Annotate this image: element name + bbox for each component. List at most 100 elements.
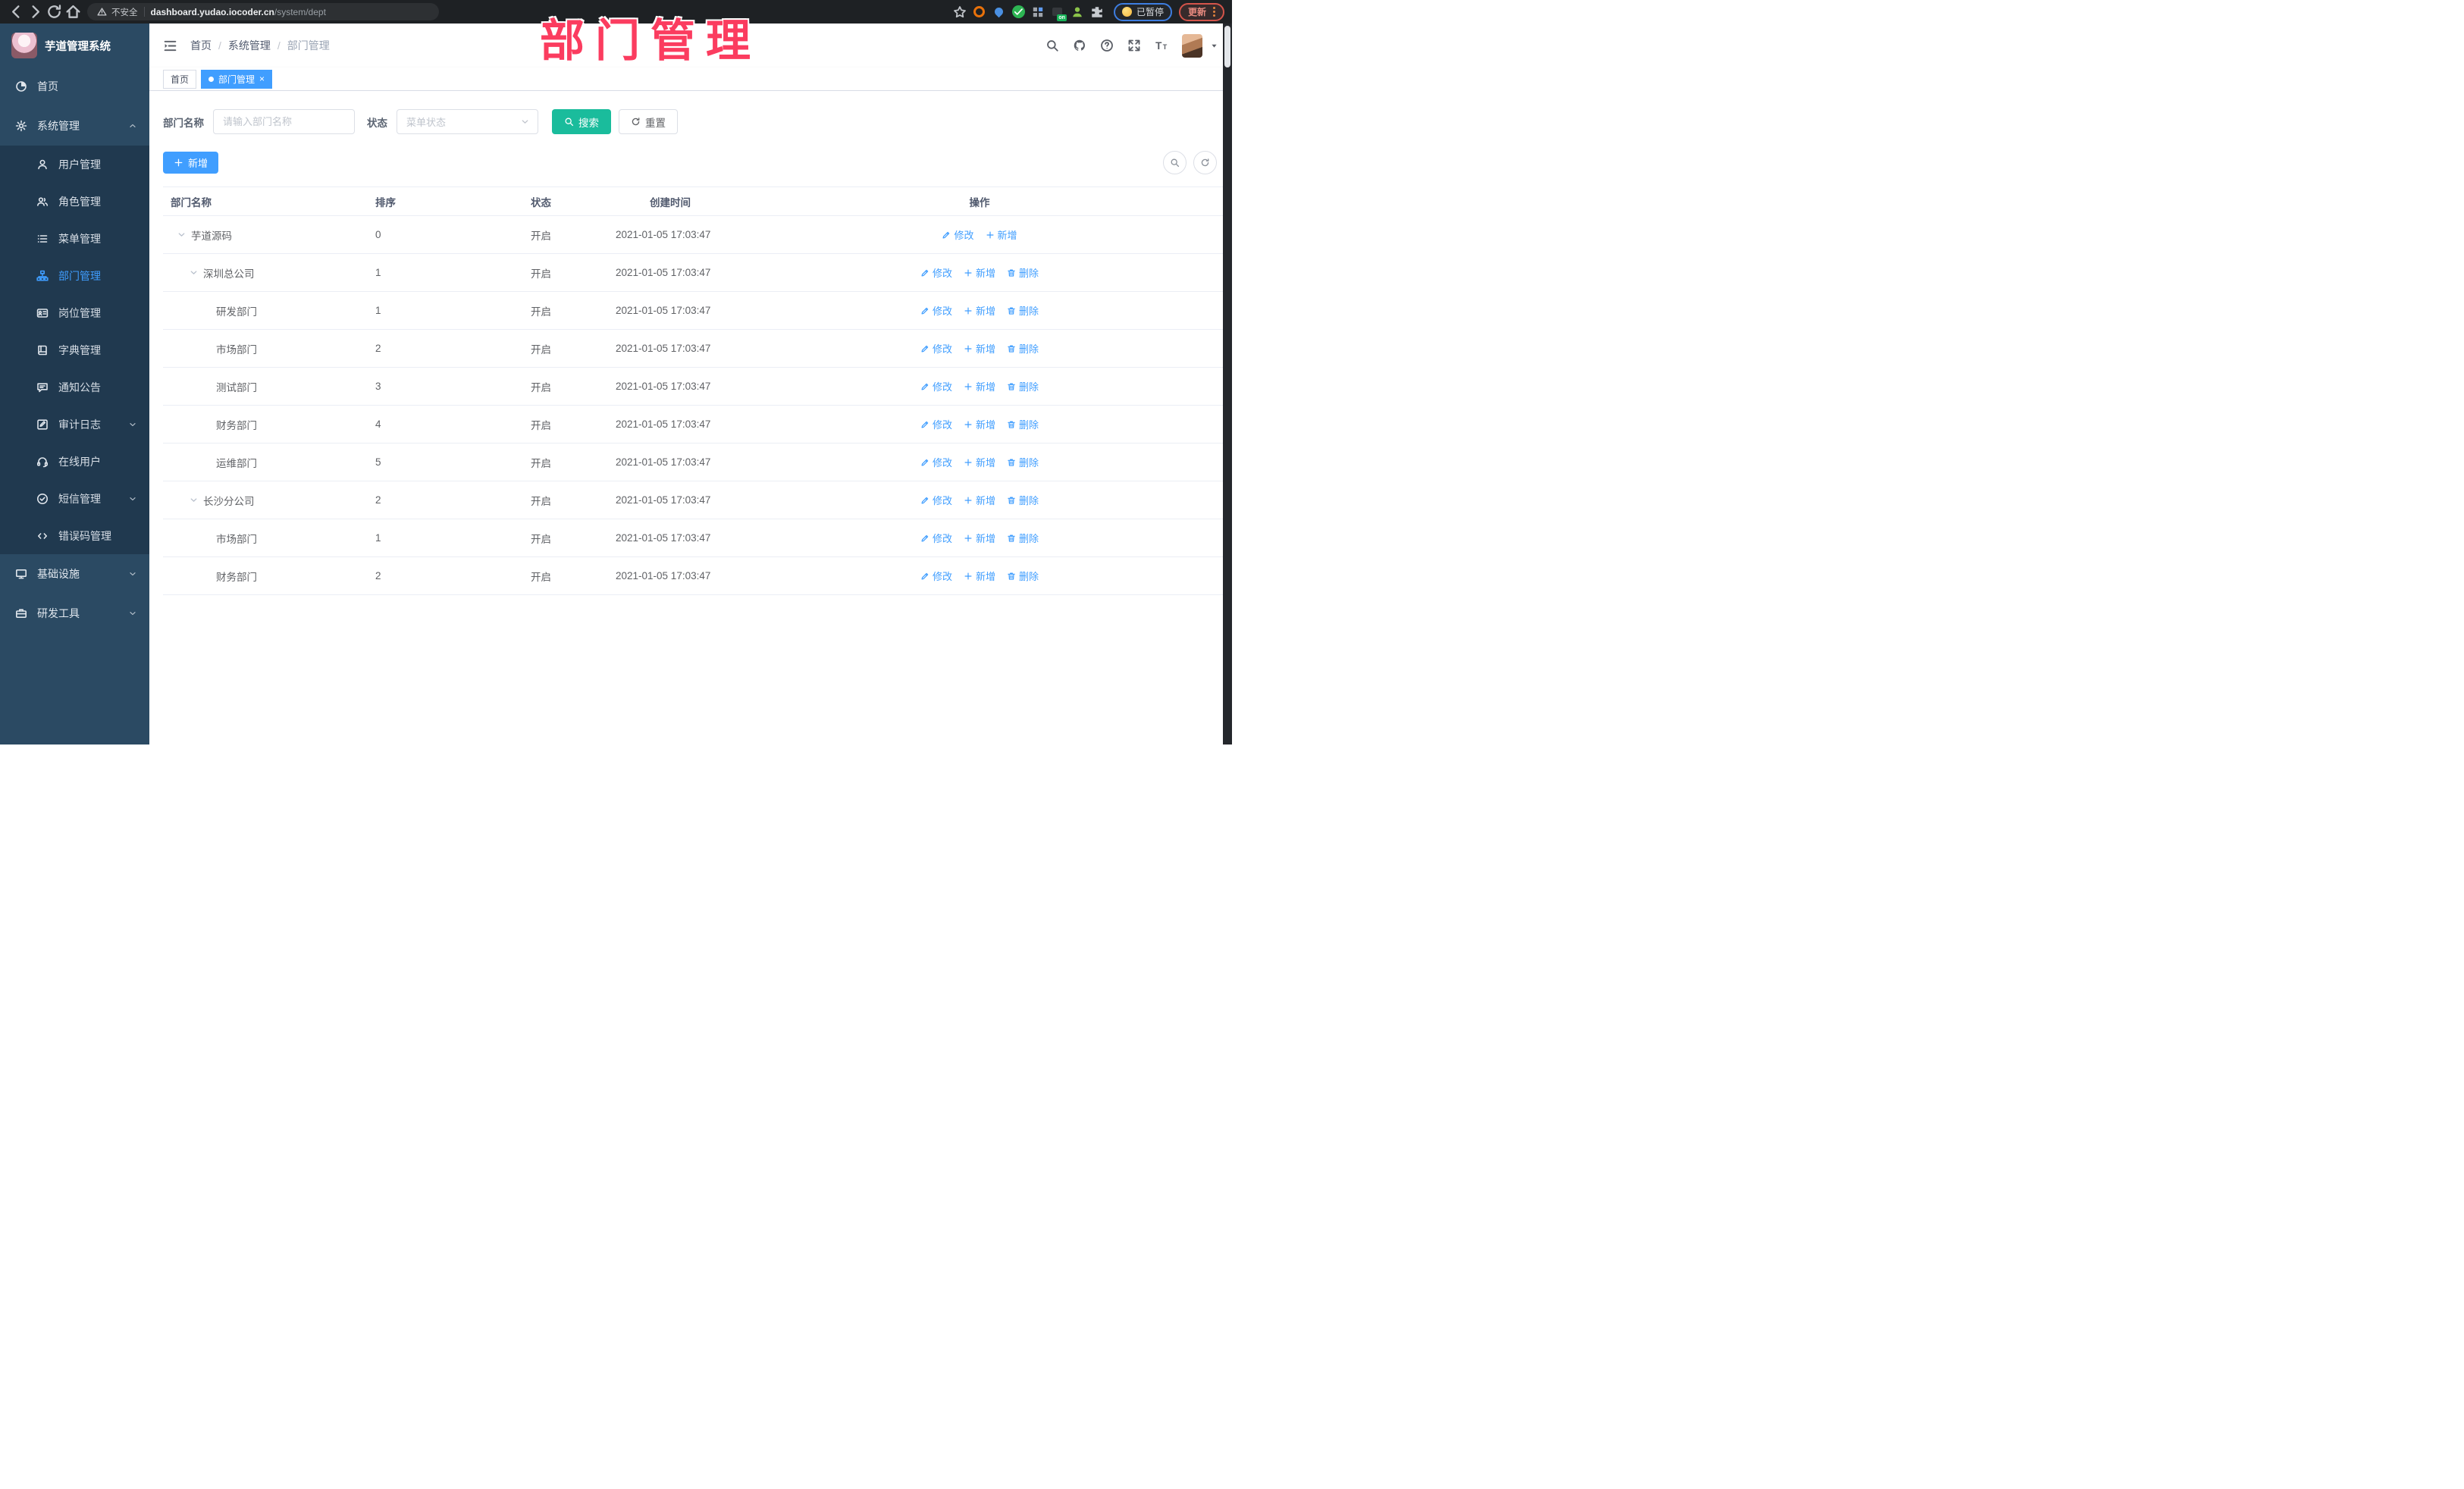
table-body: 芋道源码 0 开启 2021-01-05 17:03:47 修改 新增 深圳总公司 1 开启 20… [163,216,1223,595]
breadcrumb-item[interactable]: 首页 [190,38,212,53]
edit-row-button[interactable]: 修改 [920,417,952,431]
sidebar-item-dept[interactable]: 部门管理 [0,257,149,294]
delete-row-button[interactable]: 删除 [1007,417,1039,431]
header-search-icon[interactable] [1045,39,1059,52]
reset-button[interactable]: 重置 [619,109,678,134]
sidebar-item-online[interactable]: 在线用户 [0,443,149,480]
delete-row-button[interactable]: 删除 [1007,569,1039,583]
ext-on-icon[interactable]: on [1051,5,1067,21]
edit-row-button[interactable]: 修改 [920,303,952,318]
ext-check-icon[interactable] [1011,5,1025,18]
add-child-button[interactable]: 新增 [964,455,995,469]
page-scrollbar[interactable] [1223,24,1232,744]
reload-button[interactable] [45,3,63,20]
edit-row-button[interactable]: 修改 [920,455,952,469]
sidebar-item-role[interactable]: 角色管理 [0,183,149,220]
sidebar-item-user[interactable]: 用户管理 [0,146,149,183]
github-icon[interactable] [1073,39,1086,52]
breadcrumb-item[interactable]: 系统管理 [228,38,271,53]
forward-button[interactable] [27,3,44,20]
sidebar-toggle-icon[interactable] [163,39,177,53]
edit-row-button[interactable]: 修改 [920,531,952,545]
sidebar-item-system[interactable]: 系统管理 [0,106,149,146]
delete-icon [1007,572,1016,581]
edit-row-button[interactable]: 修改 [920,493,952,507]
paused-extension-badge[interactable]: 已暂停 [1113,2,1172,21]
address-bar[interactable]: 不安全 dashboard.yudao.iocoder.cn/system/de… [87,3,439,20]
delete-row-button[interactable]: 删除 [1007,341,1039,356]
tab-home[interactable]: 首页 [163,69,197,89]
add-child-button[interactable]: 新增 [964,303,995,318]
sidebar-item-home[interactable]: 首页 [0,67,149,106]
edit-row-button[interactable]: 修改 [920,569,952,583]
help-icon[interactable] [1100,39,1114,52]
ext-pin-icon[interactable] [992,5,1006,19]
star-icon[interactable] [953,5,967,19]
home-button[interactable] [64,3,82,20]
sidebar-item-menu[interactable]: 菜单管理 [0,220,149,257]
close-icon[interactable]: × [259,74,265,83]
sidebar-item-infra[interactable]: 基础设施 [0,554,149,594]
tab-dept[interactable]: 部门管理 × [201,69,273,89]
add-child-button[interactable]: 新增 [964,569,995,583]
edit-row-button[interactable]: 修改 [942,227,974,242]
caret-toggle-icon[interactable] [177,230,187,240]
add-button[interactable]: 新增 [163,152,219,174]
sidebar-item-label: 错误码管理 [58,529,111,542]
edit-icon [920,344,929,353]
font-size-icon[interactable]: TT [1155,39,1168,52]
add-child-button[interactable]: 新增 [964,265,995,280]
sidebar-item-sms[interactable]: 短信管理 [0,480,149,517]
dept-name-input[interactable] [213,109,355,134]
user-avatar[interactable] [1182,33,1202,58]
ext-user-icon[interactable] [1071,5,1084,19]
dept-name-cell: 深圳总公司 [163,265,369,281]
delete-row-button[interactable]: 删除 [1007,303,1039,318]
plus-icon [964,458,973,467]
search-button[interactable]: 搜索 [552,109,611,134]
delete-row-button[interactable]: 删除 [1007,531,1039,545]
add-child-button[interactable]: 新增 [964,531,995,545]
kebab-menu-icon[interactable] [1213,7,1215,17]
sidebar-logo-row[interactable]: 芋道管理系统 [0,24,149,67]
edit-row-button[interactable]: 修改 [920,379,952,393]
puzzle-icon[interactable] [1090,5,1104,19]
ext-orange-icon[interactable] [973,5,986,19]
browser-update-button[interactable]: 更新 [1178,2,1224,21]
fullscreen-icon[interactable] [1127,39,1141,52]
add-child-button[interactable]: 新增 [964,379,995,393]
caret-toggle-icon[interactable] [189,495,199,505]
sidebar-item-dict[interactable]: 字典管理 [0,331,149,368]
back-button[interactable] [8,3,25,20]
status-select[interactable]: 菜单状态 [397,109,538,134]
caret-toggle-icon[interactable] [189,268,199,277]
edit-row-button[interactable]: 修改 [920,265,952,280]
refresh-table-button[interactable] [1193,151,1217,174]
sidebar-item-notice[interactable]: 通知公告 [0,368,149,406]
delete-row-button[interactable]: 删除 [1007,455,1039,469]
security-chip[interactable]: 不安全 [97,6,138,18]
add-child-button[interactable]: 新增 [964,493,995,507]
plus-icon [964,534,973,543]
scrollbar-thumb[interactable] [1224,26,1230,67]
add-child-button[interactable]: 新增 [986,227,1017,242]
created-cell: 2021-01-05 17:03:47 [616,267,711,278]
edit-row-button[interactable]: 修改 [920,341,952,356]
delete-row-button[interactable]: 删除 [1007,493,1039,507]
sidebar-item-post[interactable]: 岗位管理 [0,294,149,331]
avatar-caret-icon[interactable] [1210,42,1218,50]
add-child-button[interactable]: 新增 [964,341,995,356]
sidebar-item-errcode[interactable]: 错误码管理 [0,517,149,554]
sidebar-item-label: 用户管理 [58,158,101,171]
delete-row-button[interactable]: 删除 [1007,379,1039,393]
delete-row-button[interactable]: 删除 [1007,265,1039,280]
action-label: 修改 [932,495,952,506]
toggle-search-button[interactable] [1163,151,1187,174]
warning-icon [97,7,107,17]
action-label: 修改 [932,571,952,582]
plus-icon [964,496,973,505]
sidebar-item-devtools[interactable]: 研发工具 [0,594,149,633]
ext-grid-icon[interactable] [1031,5,1045,19]
sidebar-item-audit[interactable]: 审计日志 [0,406,149,443]
add-child-button[interactable]: 新增 [964,417,995,431]
